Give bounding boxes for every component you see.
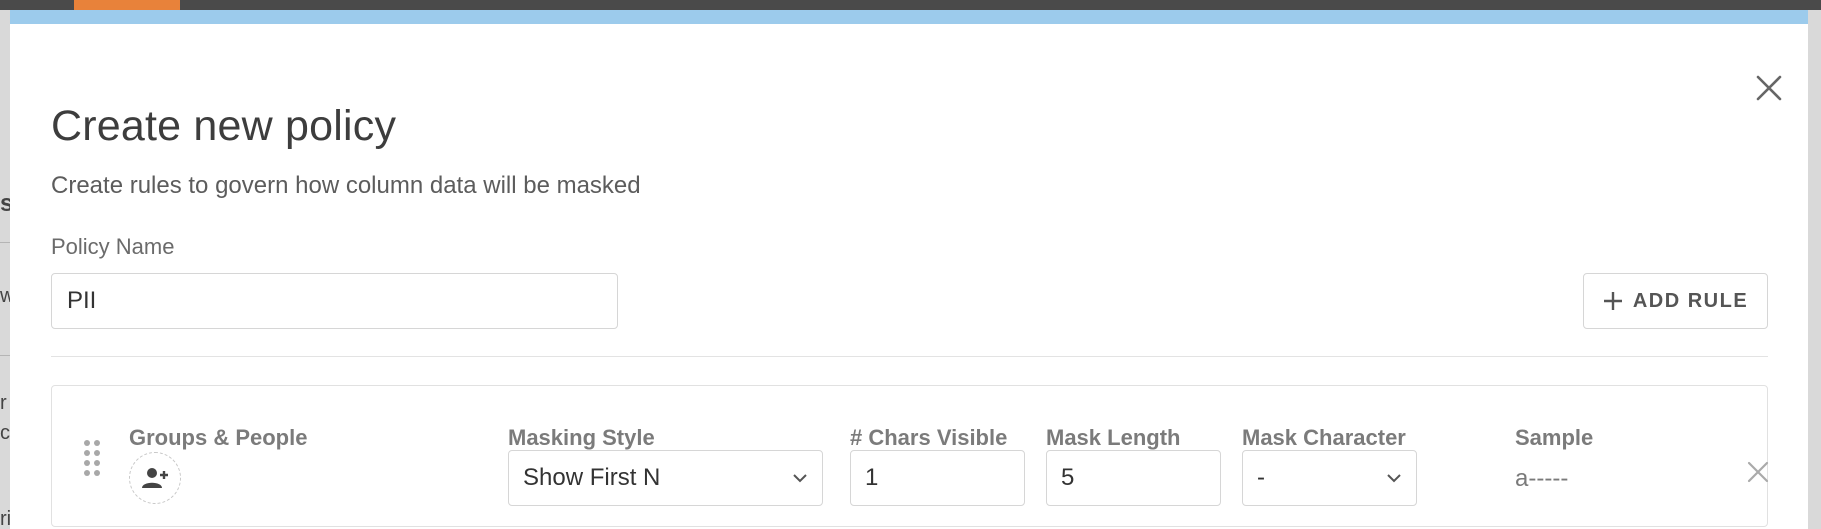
close-icon <box>1747 461 1769 483</box>
app-logo <box>74 0 180 10</box>
add-person-button[interactable] <box>129 452 181 504</box>
sample-label: Sample <box>1515 425 1594 450</box>
app-background-right <box>1808 10 1821 529</box>
add-rule-button[interactable]: ADD RULE <box>1583 273 1768 329</box>
section-divider <box>51 356 1768 357</box>
modal-title: Create new policy <box>51 102 397 150</box>
rule-card: Groups & People Masking Style Show First… <box>51 385 1769 527</box>
close-button[interactable] <box>1747 66 1791 110</box>
policy-name-label: Policy Name <box>51 234 175 259</box>
close-icon <box>1756 75 1782 101</box>
chars-visible-input[interactable] <box>850 450 1025 506</box>
mask-character-value: - <box>1257 464 1265 491</box>
sample-value: a----- <box>1515 465 1569 492</box>
groups-people-label: Groups & People <box>129 425 308 450</box>
add-rule-label: ADD RULE <box>1632 289 1749 312</box>
masking-style-select[interactable]: Show First N <box>508 450 823 506</box>
chevron-down-icon <box>793 474 807 483</box>
modal-subtitle: Create rules to govern how column data w… <box>51 172 641 199</box>
mask-character-select[interactable]: - <box>1242 450 1417 506</box>
mask-character-label: Mask Character <box>1242 425 1406 450</box>
person-add-icon <box>142 468 168 488</box>
create-policy-modal: Create new policy Create rules to govern… <box>10 10 1808 529</box>
masking-style-label: Masking Style <box>508 425 655 450</box>
mask-length-input[interactable] <box>1046 450 1221 506</box>
bg-text-fragment: r <box>0 392 7 414</box>
plus-icon <box>1603 292 1622 310</box>
app-topbar <box>0 0 1821 10</box>
remove-rule-button[interactable] <box>1744 458 1772 486</box>
chars-visible-label: # Chars Visible <box>850 425 1008 450</box>
chevron-down-icon <box>1387 474 1401 483</box>
drag-handle-icon[interactable] <box>81 438 103 478</box>
policy-name-input[interactable] <box>51 273 618 329</box>
bg-text-fragment: c <box>0 422 10 444</box>
mask-length-label: Mask Length <box>1046 425 1181 450</box>
masking-style-value: Show First N <box>523 464 661 491</box>
